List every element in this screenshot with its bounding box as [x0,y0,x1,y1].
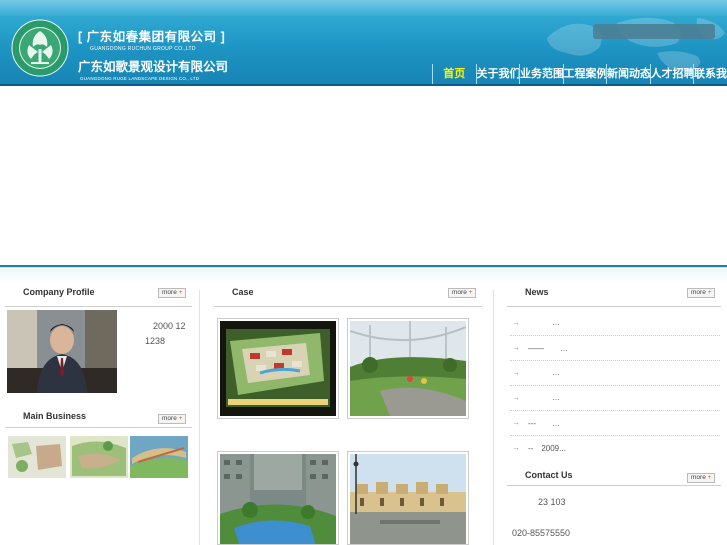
more-label: more [162,289,177,296]
company-name-block: [ 广东如春集团有限公司 ] GUANGDONG RUCHUN GROUP CO… [78,26,228,81]
more-label: more [162,415,177,422]
case-image-courtyard [220,454,336,544]
profile-line-1: 2000 12 [153,321,186,331]
arrow-bullet-icon: → [512,393,520,402]
news-item[interactable]: → … [510,386,720,411]
arrow-bullet-icon: → [512,318,520,327]
more-label: more [452,289,467,296]
case-image-garden [349,321,467,416]
news-header: News more + [507,287,721,307]
more-arrow-icon: + [707,289,712,296]
nav-item-news[interactable]: 新闻动态 [606,64,651,84]
nav-item-business[interactable]: 业务范围 [519,64,564,84]
contact-header: Contact Us more + [507,470,721,486]
contact-phone: 020-85575550 [512,528,571,538]
news-item[interactable]: → … [510,361,720,386]
business-header: Main Business more + [5,411,192,428]
nav-item-about[interactable]: 关于我们 [475,64,521,84]
arrow-bullet-icon: → [512,368,520,377]
nav-item-cases[interactable]: 工程案例 [562,64,608,84]
news-item-text: -- 2009... [528,444,566,453]
profile-header: Company Profile more + [5,287,192,307]
case-photo-1[interactable] [217,318,339,419]
profile-line-2: 1238 [145,336,166,346]
subsidiary-name-en: GUANGDONG RUGE LANDSCAPE DESIGN CO., LTD [80,76,200,81]
site-header: [ 广东如春集团有限公司 ] GUANGDONG RUCHUN GROUP CO… [0,0,727,86]
business-title: Main Business [23,411,87,421]
case-more-button[interactable]: more + [448,288,476,298]
case-photo-4[interactable] [347,451,469,545]
more-arrow-icon: + [178,289,183,296]
news-item-text: … [552,318,560,327]
case-image-masterplan [220,321,336,416]
contact-address: 23 103 [538,497,566,507]
case-photo-3[interactable] [217,451,339,545]
arrow-bullet-icon: → [512,418,520,427]
nav-item-jobs[interactable]: 人才招聘 [649,64,695,84]
case-image-plaza [350,454,466,544]
banner-divider [0,265,727,268]
case-header: Case more + [214,287,482,307]
news-item[interactable]: → —— … [510,336,720,361]
company-name-cn: [ 广东如春集团有限公司 ] [78,30,226,44]
profile-title: Company Profile [23,287,95,297]
news-item-text: … [552,368,560,377]
main-nav: 首页 关于我们 业务范围 工程案例 新闻动态 人才招聘 联系我们 [432,64,727,84]
more-label: more [691,474,706,481]
news-item-text: —— … [528,344,568,353]
contact-title: Contact Us [525,470,573,480]
profile-summary: 2000 12 1238 [145,319,186,349]
ceo-photo [7,310,117,393]
more-arrow-icon: + [178,415,183,422]
company-name-en: GUANGDONG RUCHUN GROUP CO.,LTD [90,46,196,52]
more-arrow-icon: + [468,289,473,296]
more-arrow-icon: + [707,474,712,481]
content-band [0,269,727,283]
subsidiary-name-cn: 广东如歌景观设计有限公司 [78,60,229,74]
news-item-text: … [552,393,560,402]
news-item[interactable]: → --- … [510,411,720,436]
arrow-bullet-icon: → [512,443,520,452]
news-item-text: --- … [528,419,560,428]
contact-more-button[interactable]: more + [687,473,715,483]
company-seal-logo [11,19,69,77]
case-photo-2[interactable] [347,318,469,419]
news-title: News [525,287,549,297]
nav-item-home[interactable]: 首页 [432,64,476,84]
news-more-button[interactable]: more + [687,288,715,298]
news-item[interactable]: → -- 2009... [510,436,720,461]
profile-more-button[interactable]: more + [158,288,186,298]
arrow-bullet-icon: → [512,343,520,352]
header-divider [0,84,727,86]
business-thumbnails [8,436,188,478]
column-divider-left [199,290,200,545]
business-more-button[interactable]: more + [158,414,186,424]
ceo-photo-image [7,310,117,393]
header-search-box[interactable] [593,24,715,39]
column-divider-right [493,290,494,545]
news-item[interactable]: → … [510,311,720,336]
nav-item-contact[interactable]: 联系我们 [693,64,727,84]
more-label: more [691,289,706,296]
case-title: Case [232,287,254,297]
